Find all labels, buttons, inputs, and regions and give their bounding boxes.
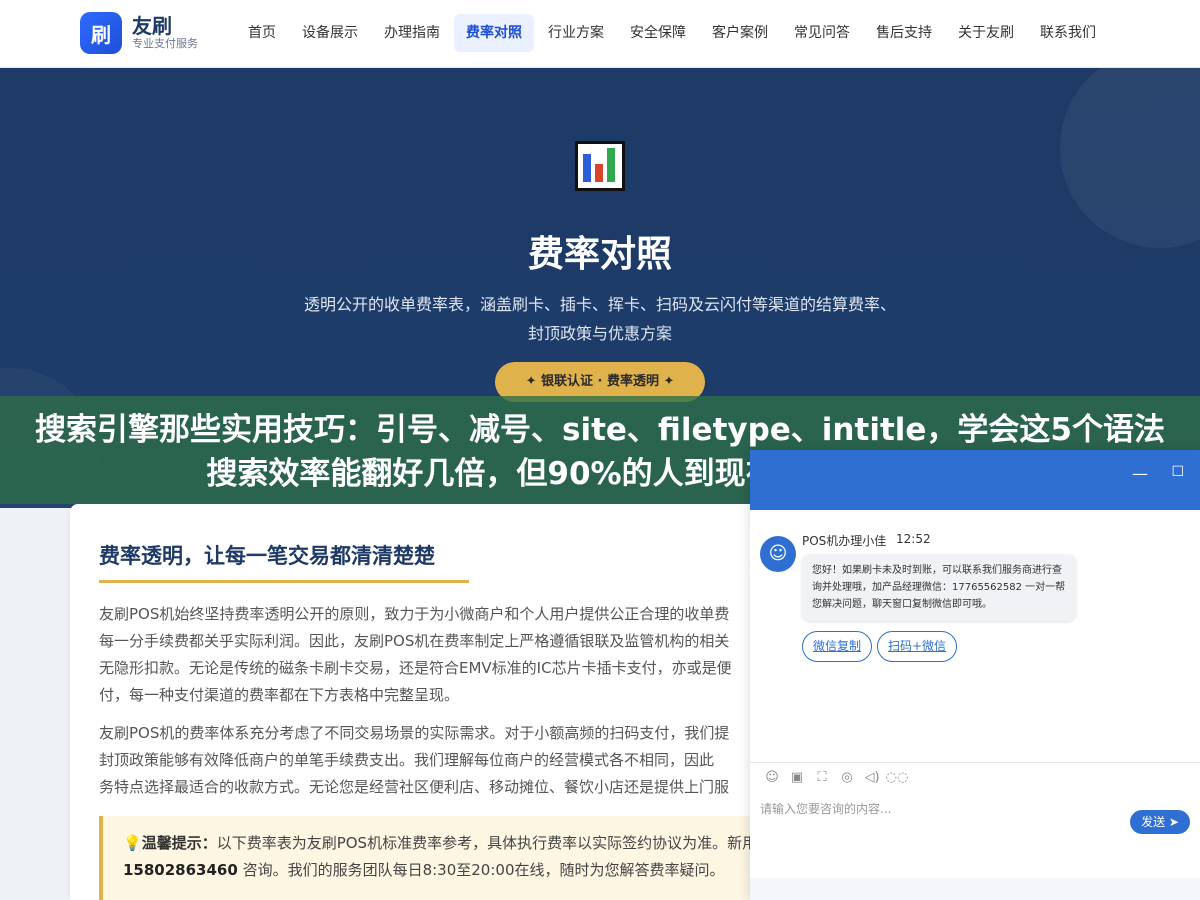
nav-item[interactable]: 常见问答 — [782, 14, 862, 52]
nav-item[interactable]: 费率对照 — [454, 14, 534, 52]
bar-chart-icon — [575, 141, 625, 191]
logo-subtitle: 专业支付服务 — [132, 37, 198, 50]
chat-header: — ☐ — [750, 450, 1200, 510]
paragraph-line: 付，每一种支付渠道的费率都在下方表格中完整呈现。 — [99, 686, 460, 704]
chat-toolbar: ☺ ▣ ⛶ ◎ ◁) ◌◌ — [760, 770, 910, 788]
nav-item[interactable]: 安全保障 — [618, 14, 698, 52]
logo[interactable]: 刷 友刷 专业支付服务 — [80, 12, 198, 54]
chat-widget: — ☐ ☺ POS机办理小佳 12:52 您好！如果刷卡未及时到账，可以联系我们… — [750, 450, 1200, 900]
maximize-icon[interactable]: ☐ — [1171, 464, 1184, 480]
logo-name: 友刷 — [132, 14, 172, 38]
nav-item[interactable]: 关于友刷 — [946, 14, 1026, 52]
logo-mark: 刷 — [80, 12, 122, 54]
screenshot-icon[interactable]: ⛶ — [810, 770, 834, 788]
image-icon[interactable]: ▣ — [785, 770, 809, 788]
hero-description: 透明公开的收单费率表，涵盖刷卡、插卡、挥卡、扫码及云闪付等渠道的结算费率、封顶政… — [303, 295, 896, 343]
nav-item[interactable]: 行业方案 — [536, 14, 616, 52]
nav-item[interactable]: 售后支持 — [864, 14, 944, 52]
agent-avatar-icon: ☺ — [760, 536, 796, 572]
nav-item[interactable]: 首页 — [236, 14, 288, 52]
lightbulb-icon: 💡 — [123, 834, 142, 852]
article-title: 费率透明，让每一笔交易都清清楚楚 — [99, 544, 435, 568]
quick-reply-scan-wechat[interactable]: 扫码+微信 — [877, 631, 958, 662]
send-button[interactable]: 发送 ➤ — [1130, 810, 1190, 834]
bar-chart-icon-bar — [595, 164, 603, 182]
message-time: 12:52 — [896, 532, 931, 546]
wechat-icon[interactable]: ◌◌ — [885, 770, 909, 788]
nav-item[interactable]: 联系我们 — [1028, 14, 1108, 52]
chat-message-bubble: 您好！如果刷卡未及时到账，可以联系我们服务商进行查询并处理哦，加产品经理微信：1… — [802, 554, 1076, 621]
quick-reply-copy-wechat[interactable]: 微信复制 — [802, 631, 873, 662]
site-header: 刷 友刷 专业支付服务 首页 设备展示 办理指南 费率对照 行业方案 安全保障 客户案例 常见… — [0, 0, 1200, 68]
logo-text: 友刷 专业支付服务 — [132, 15, 198, 51]
hero-decor-circle — [1060, 68, 1200, 248]
main-nav: 首页 设备展示 办理指南 费率对照 行业方案 安全保障 客户案例 常见问答 售后支持 关于友刷 联系… — [236, 14, 1110, 52]
nav-item[interactable]: 客户案例 — [700, 14, 780, 52]
paragraph-line: 每一分手续费都关乎实际利润。因此，友刷POS机在费率制定上严格遵循银联及监管机构… — [99, 632, 730, 650]
tip-label: 温馨提示： — [141, 834, 217, 852]
bar-chart-icon-bar — [583, 154, 591, 182]
tip-line: 咨询。我们的服务团队每日8:30至20:00在线，随时为您解答费率疑问。 — [237, 861, 725, 879]
nav-item[interactable]: 设备展示 — [290, 14, 370, 52]
voice-icon[interactable]: ◁) — [860, 770, 884, 788]
bar-chart-icon-bar — [607, 148, 615, 182]
paragraph-line: 友刷POS机始终坚持费率透明公开的原则，致力于为小微商户和个人用户提供公正合理的… — [99, 605, 730, 623]
tip-line: 以下费率表为友刷POS机标准费率参考，具体执行费率以实际签约协议为准。新用 — [216, 834, 758, 852]
title-underline — [99, 580, 469, 583]
chat-divider — [750, 762, 1200, 763]
evaluate-icon[interactable]: ◎ — [835, 770, 859, 788]
tip-phone: 15802863460 — [123, 861, 238, 879]
tip-text: 💡温馨提示：以下费率表为友刷POS机标准费率参考，具体执行费率以实际签约协议为准… — [123, 830, 803, 884]
paragraph-line: 无隐形扣款。无论是传统的磁条卡刷卡交易，还是符合EMV标准的IC芯片卡插卡支付，… — [99, 659, 732, 677]
chat-input[interactable]: 请输入您要咨询的内容... — [760, 800, 1120, 817]
emoji-icon[interactable]: ☺ — [760, 770, 784, 788]
tip-box: 💡温馨提示：以下费率表为友刷POS机标准费率参考，具体执行费率以实际签约协议为准… — [99, 816, 799, 900]
agent-name: POS机办理小佳 — [802, 534, 887, 548]
minimize-icon[interactable]: — — [1132, 464, 1148, 483]
chat-footer — [750, 878, 1200, 900]
paragraph-line: 封顶政策能够有效降低商户的单笔手续费支出。我们理解每位商户的经营模式各不相同，因… — [99, 751, 715, 769]
page-title: 费率对照 — [527, 234, 672, 275]
paragraph-line: 友刷POS机的费率体系充分考虑了不同交易场景的实际需求。对于小额高频的扫码支付，… — [99, 724, 730, 742]
article-paragraph: 友刷POS机的费率体系充分考虑了不同交易场景的实际需求。对于小额高频的扫码支付，… — [99, 720, 789, 801]
article-paragraph: 友刷POS机始终坚持费率透明公开的原则，致力于为小微商户和个人用户提供公正合理的… — [99, 601, 789, 709]
nav-item[interactable]: 办理指南 — [372, 14, 452, 52]
paragraph-line: 务特点选择最适合的收款方式。无论您是经营社区便利店、移动摊位、餐饮小店还是提供上… — [99, 778, 730, 796]
article-card: 费率透明，让每一笔交易都清清楚楚 友刷POS机始终坚持费率透明公开的原则，致力于… — [70, 504, 830, 900]
